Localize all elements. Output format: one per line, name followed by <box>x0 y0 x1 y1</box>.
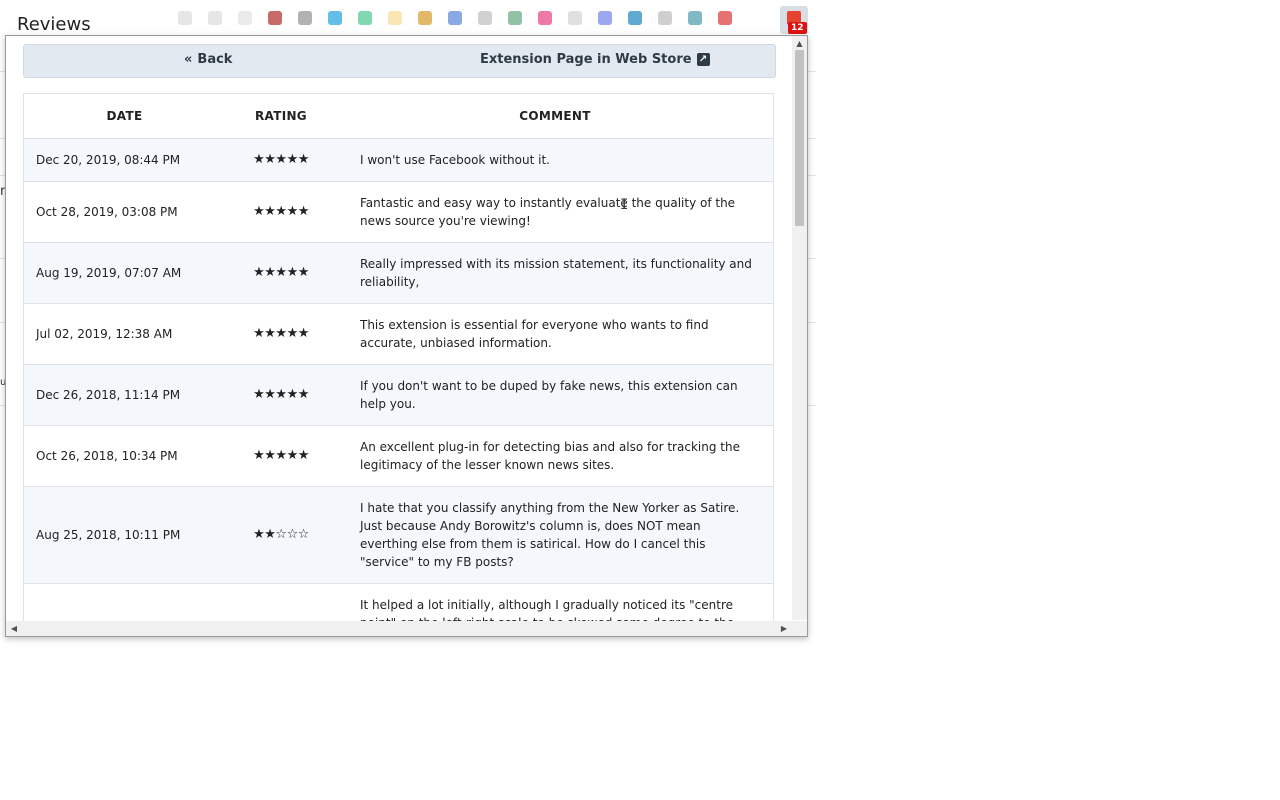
extension-popup: « Back Extension Page in Web Store ↗ DAT… <box>5 35 808 637</box>
reviews-table-container: DATE RATING COMMENT Dec 20, 2019, 08:44 … <box>23 93 774 621</box>
external-link-icon: ↗ <box>696 53 710 66</box>
back-label: Back <box>197 52 233 67</box>
text-cursor-icon: I <box>620 197 629 213</box>
scrollbar-thumb[interactable] <box>795 50 804 226</box>
extension-icon[interactable] <box>718 11 732 25</box>
extension-icon[interactable] <box>178 11 192 25</box>
star-rating: ★★★★★ <box>225 138 337 182</box>
review-comment: This extension is essential for everyone… <box>337 303 774 365</box>
notification-badge: 12 <box>788 22 807 34</box>
star-rating: ★★★★★ <box>225 181 337 243</box>
popup-nav-bar: « Back Extension Page in Web Store ↗ <box>23 44 776 78</box>
scrollbar-corner <box>792 621 807 636</box>
horizontal-scrollbar[interactable]: ◀ ▶ <box>6 621 792 636</box>
star-rating <box>225 583 337 621</box>
star-rating: ★★☆☆☆ <box>225 486 337 584</box>
scroll-right-arrow-icon[interactable]: ▶ <box>778 621 790 636</box>
review-date: Oct 26, 2018, 10:34 PM <box>23 425 225 487</box>
scroll-up-arrow-icon[interactable]: ▲ <box>792 38 807 50</box>
extension-icon[interactable] <box>448 11 462 25</box>
extension-icon[interactable] <box>208 11 222 25</box>
column-header-date: DATE <box>23 93 225 139</box>
web-store-link[interactable]: Extension Page in Web Store ↗ <box>480 52 710 67</box>
review-comment: An excellent plug-in for detecting bias … <box>337 425 774 487</box>
review-date <box>23 583 225 621</box>
extension-icon[interactable] <box>328 11 342 25</box>
table-row: Oct 26, 2018, 10:34 PM ★★★★★ An excellen… <box>23 425 774 487</box>
extension-icon[interactable] <box>508 11 522 25</box>
review-comment: Really impressed with its mission statem… <box>337 242 774 304</box>
review-comment: Fantastic and easy way to instantly eval… <box>337 181 774 243</box>
double-chevron-left-icon: « <box>184 52 193 67</box>
review-comment: I hate that you classify anything from t… <box>337 486 774 584</box>
review-date: Dec 26, 2018, 11:14 PM <box>23 364 225 426</box>
table-row: Dec 20, 2019, 08:44 PM ★★★★★ I won't use… <box>23 138 774 182</box>
table-row: Aug 25, 2018, 10:11 PM ★★☆☆☆ I hate that… <box>23 486 774 584</box>
extension-icon[interactable] <box>598 11 612 25</box>
star-rating: ★★★★★ <box>225 425 337 487</box>
review-date: Aug 19, 2019, 07:07 AM <box>23 242 225 304</box>
extension-icon[interactable] <box>298 11 312 25</box>
extension-icon[interactable] <box>658 11 672 25</box>
review-date: Jul 02, 2019, 12:38 AM <box>23 303 225 365</box>
column-header-comment: COMMENT <box>337 93 774 139</box>
extension-icon[interactable] <box>418 11 432 25</box>
table-row: It helped a lot initially, although I gr… <box>23 583 774 621</box>
extension-icon[interactable] <box>238 11 252 25</box>
table-row: Jul 02, 2019, 12:38 AM ★★★★★ This extens… <box>23 303 774 365</box>
star-rating: ★★★★★ <box>225 303 337 365</box>
review-comment: It helped a lot initially, although I gr… <box>337 583 774 621</box>
table-row: Oct 28, 2019, 03:08 PM ★★★★★ Fantastic a… <box>23 181 774 243</box>
table-row: Dec 26, 2018, 11:14 PM ★★★★★ If you don'… <box>23 364 774 426</box>
extension-icon[interactable] <box>538 11 552 25</box>
web-store-label: Extension Page in Web Store <box>480 52 692 67</box>
scroll-left-arrow-icon[interactable]: ◀ <box>8 621 20 636</box>
page-title: Reviews <box>17 14 91 35</box>
extension-icon[interactable] <box>358 11 372 25</box>
reviews-table: DATE RATING COMMENT Dec 20, 2019, 08:44 … <box>23 93 774 621</box>
extension-icon[interactable] <box>388 11 402 25</box>
extension-icon[interactable] <box>688 11 702 25</box>
vertical-scrollbar[interactable]: ▲ ▼ <box>792 36 807 632</box>
extensions-toolbar <box>170 0 816 36</box>
column-header-rating: RATING <box>225 93 337 139</box>
review-comment: I won't use Facebook without it. <box>337 138 774 182</box>
extension-icon[interactable] <box>568 11 582 25</box>
review-date: Oct 28, 2019, 03:08 PM <box>23 181 225 243</box>
star-rating: ★★★★★ <box>225 242 337 304</box>
review-date: Dec 20, 2019, 08:44 PM <box>23 138 225 182</box>
extension-icon[interactable] <box>478 11 492 25</box>
extension-icon[interactable] <box>628 11 642 25</box>
review-comment: If you don't want to be duped by fake ne… <box>337 364 774 426</box>
back-button[interactable]: « Back <box>184 52 232 67</box>
review-date: Aug 25, 2018, 10:11 PM <box>23 486 225 584</box>
table-header-row: DATE RATING COMMENT <box>23 93 774 139</box>
table-row: Aug 19, 2019, 07:07 AM ★★★★★ Really impr… <box>23 242 774 304</box>
extension-icon[interactable] <box>268 11 282 25</box>
star-rating: ★★★★★ <box>225 364 337 426</box>
